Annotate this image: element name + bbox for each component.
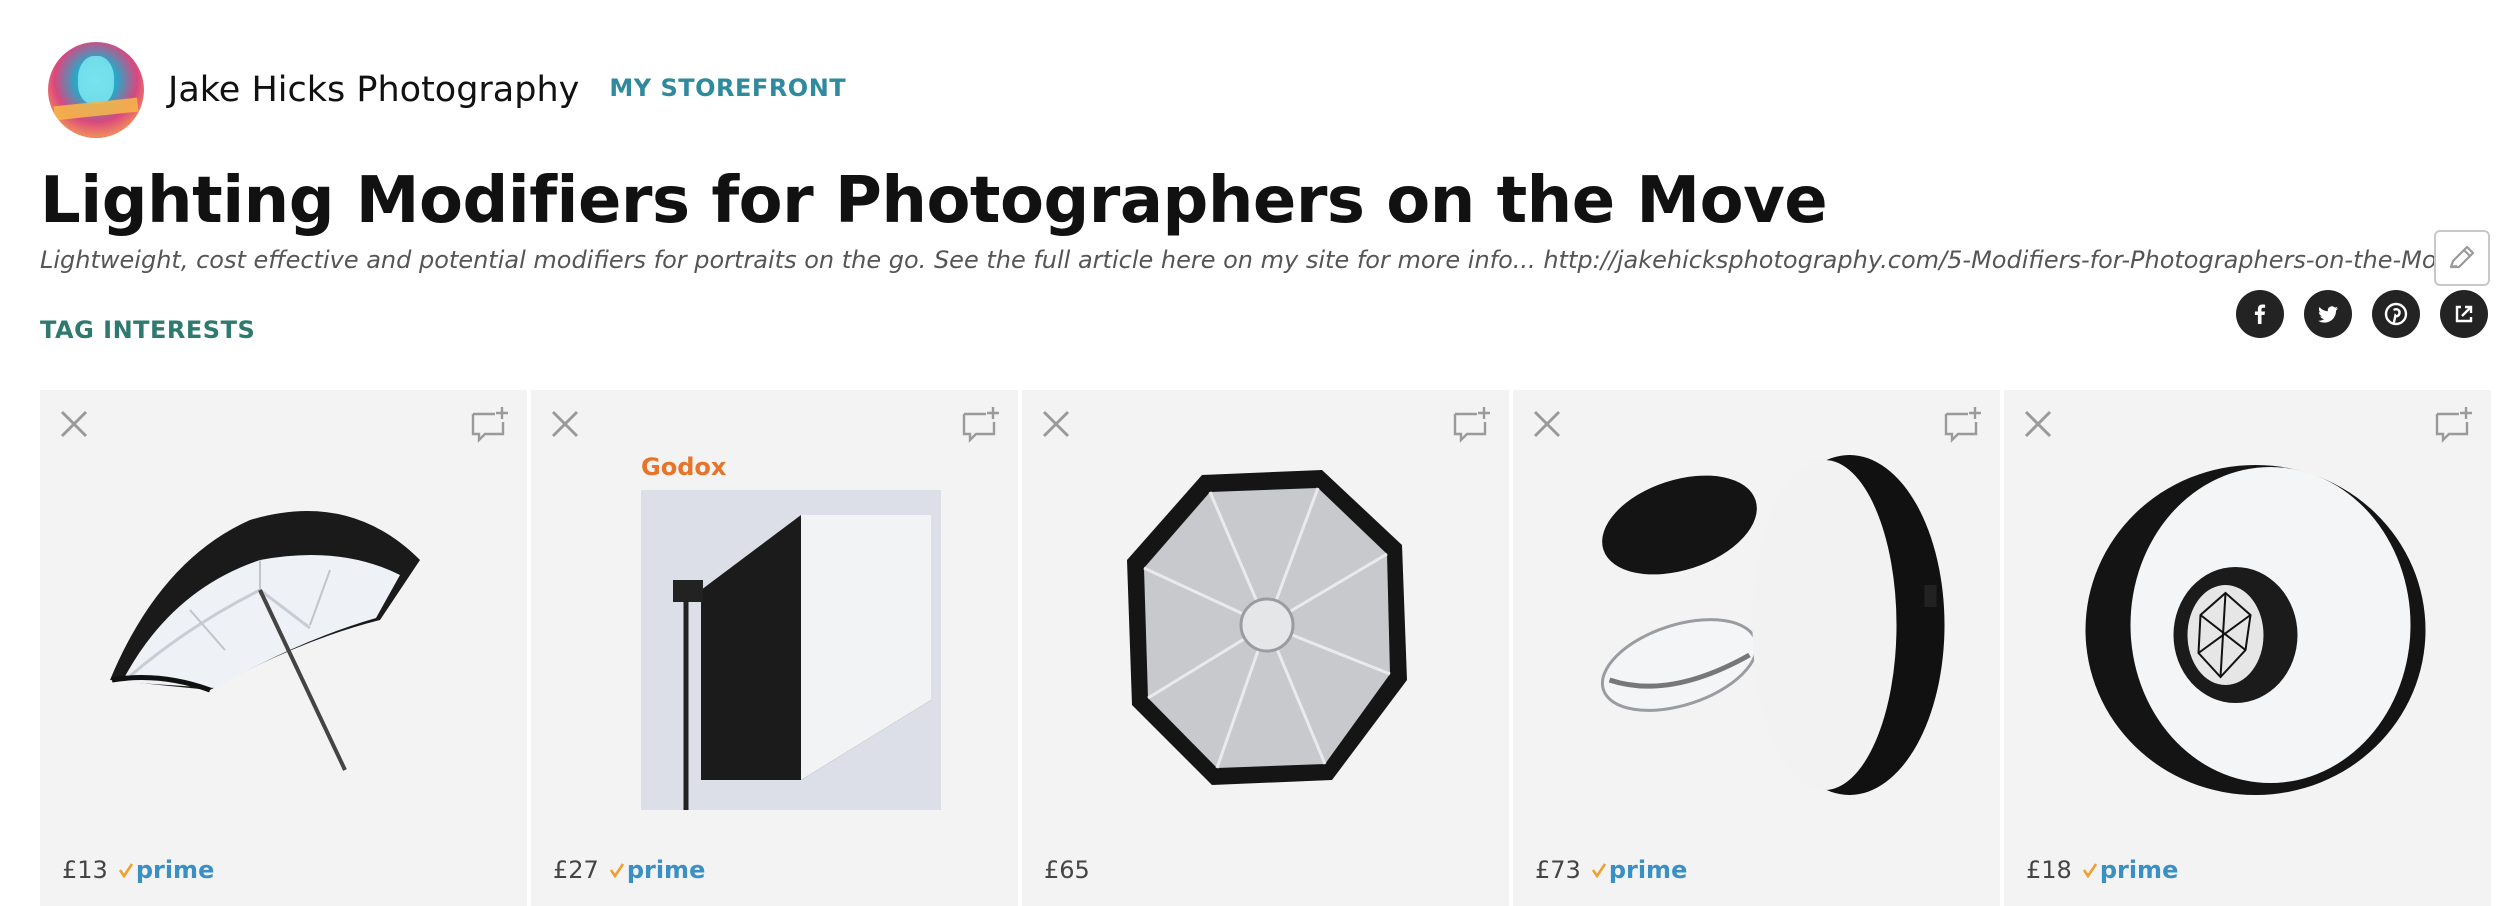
prime-badge: prime xyxy=(1591,856,1687,884)
twitter-icon[interactable] xyxy=(2304,290,2352,338)
product-card[interactable]: £73 prime xyxy=(1513,390,2000,906)
my-storefront-link[interactable]: MY STOREFRONT xyxy=(609,74,846,102)
product-grid: £13 prime Godox £27 prime £65 £73 prime … xyxy=(40,390,2491,906)
octabox-image[interactable] xyxy=(1082,450,1449,820)
tag-interests-link[interactable]: TAG INTERESTS xyxy=(40,316,255,344)
add-comment-icon[interactable] xyxy=(469,404,513,444)
price-row: £73 prime xyxy=(1535,856,1687,884)
product-card[interactable]: Godox £27 prime xyxy=(531,390,1018,906)
prime-badge: prime xyxy=(609,856,705,884)
umbrella-image[interactable] xyxy=(100,450,467,820)
prime-check-icon xyxy=(118,863,133,879)
product-card[interactable]: £13 prime xyxy=(40,390,527,906)
add-comment-icon[interactable] xyxy=(1942,404,1986,444)
avatar[interactable] xyxy=(48,42,144,138)
edit-button[interactable] xyxy=(2434,230,2490,286)
close-icon[interactable] xyxy=(545,404,585,444)
prime-badge: prime xyxy=(2082,856,2178,884)
beauty-dish-image[interactable] xyxy=(1573,445,1973,815)
prime-check-icon xyxy=(1591,863,1606,879)
add-comment-icon[interactable] xyxy=(960,404,1004,444)
price-row: £18 prime xyxy=(2026,856,2178,884)
share-icon[interactable] xyxy=(2440,290,2488,338)
pinterest-icon[interactable] xyxy=(2372,290,2420,338)
product-price: £13 xyxy=(62,856,108,884)
prime-check-icon xyxy=(609,863,624,879)
product-price: £65 xyxy=(1044,856,1090,884)
close-icon[interactable] xyxy=(1527,404,1567,444)
price-row: £13 prime xyxy=(62,856,214,884)
price-row: £27 prime xyxy=(553,856,705,884)
close-icon[interactable] xyxy=(2018,404,2058,444)
close-icon[interactable] xyxy=(1036,404,1076,444)
softbox-image[interactable]: Godox xyxy=(571,450,978,820)
profile-header: Jake Hicks Photography MY STOREFRONT xyxy=(48,42,846,138)
brand-logo-text: Godox xyxy=(641,453,727,481)
add-comment-icon[interactable] xyxy=(2433,404,2477,444)
product-price: £73 xyxy=(1535,856,1581,884)
list-description: Lightweight, cost effective and potentia… xyxy=(40,246,2435,274)
page: Jake Hicks Photography MY STOREFRONT Lig… xyxy=(0,0,2500,906)
product-price: £18 xyxy=(2026,856,2072,884)
prime-badge: prime xyxy=(118,856,214,884)
page-title: Lighting Modifiers for Photographers on … xyxy=(40,164,1828,238)
product-price: £27 xyxy=(553,856,599,884)
prime-check-icon xyxy=(2082,863,2097,879)
price-row: £65 xyxy=(1044,856,1090,884)
facebook-icon[interactable] xyxy=(2236,290,2284,338)
profile-name[interactable]: Jake Hicks Photography xyxy=(168,70,579,110)
product-card[interactable]: £65 xyxy=(1022,390,1509,906)
close-icon[interactable] xyxy=(54,404,94,444)
ring-softbox-image[interactable] xyxy=(2064,445,2444,815)
social-share-bar xyxy=(2236,290,2488,338)
pencil-icon xyxy=(2449,245,2475,269)
product-card[interactable]: £18 prime xyxy=(2004,390,2491,906)
add-comment-icon[interactable] xyxy=(1451,404,1495,444)
